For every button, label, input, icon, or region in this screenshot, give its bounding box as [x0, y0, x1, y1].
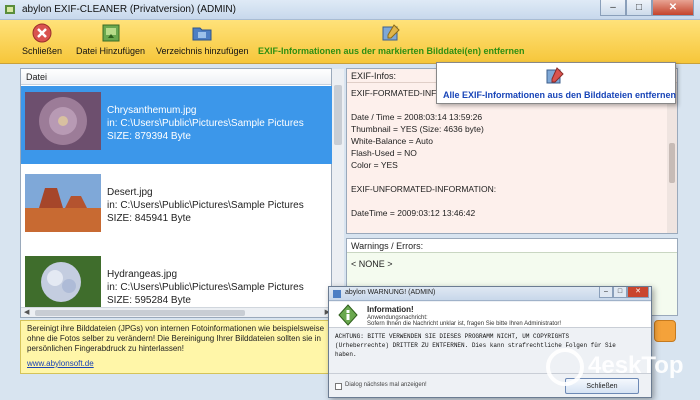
window-title: abylon EXIF-CLEANER (Privatversion) (ADM…: [22, 4, 236, 15]
close-icon: [32, 23, 52, 43]
scroll-left-icon[interactable]: ◀: [24, 308, 29, 316]
file-row-desert[interactable]: Desert.jpg in: C:\Users\Public\Pictures\…: [21, 168, 333, 246]
exif-text: EXIF-FORMATED-INFO Date / Time = 2008:03…: [347, 83, 677, 223]
warnings-value: < NONE >: [351, 259, 393, 269]
remove-exif-selected-label: EXIF-Informationen aus der markierten Bi…: [258, 46, 525, 56]
minimize-button[interactable]: –: [600, 0, 626, 16]
vertical-scrollbar[interactable]: [332, 69, 344, 309]
dialog-app-icon: [333, 290, 341, 298]
exif-line: [351, 171, 673, 183]
close-button-label: Schließen: [22, 46, 63, 56]
title-bar: abylon EXIF-CLEANER (Privatversion) (ADM…: [0, 0, 700, 20]
file-column-header[interactable]: Datei: [21, 69, 331, 85]
file-list: Chrysanthemum.jpg in: C:\Users\Public\Pi…: [21, 86, 333, 308]
maximize-button[interactable]: □: [626, 0, 652, 16]
scrollbar-thumb[interactable]: [35, 310, 245, 316]
watermark-logo-icon: [546, 348, 584, 386]
file-name: Hydrangeas.jpg: [107, 269, 178, 280]
chrysanthemum-thumbnail: [25, 92, 101, 150]
exif-line: White-Balance = Auto: [351, 136, 433, 146]
dialog-subheading: Anwendungsnachricht: Sofern Ihnen die Nac…: [367, 315, 562, 327]
remove-exif-icon: [382, 24, 400, 41]
horizontal-scrollbar[interactable]: ◀ ▶: [21, 307, 333, 317]
file-row-chrysanthemum[interactable]: Chrysanthemum.jpg in: C:\Users\Public\Pi…: [21, 86, 333, 164]
scrollbar-thumb[interactable]: [334, 85, 342, 145]
file-path: in: C:\Users\Public\Pictures\Sample Pict…: [107, 200, 304, 211]
show-dialog-checkbox[interactable]: [335, 383, 342, 390]
close-button[interactable]: Schließen: [22, 22, 62, 56]
add-directory-button[interactable]: Verzeichnis hinzufügen: [156, 22, 249, 56]
file-path: in: C:\Users\Public\Pictures\Sample Pict…: [107, 282, 304, 293]
desert-thumbnail: [25, 174, 101, 232]
info-shield-icon: [338, 304, 358, 326]
file-path: in: C:\Users\Public\Pictures\Sample Pict…: [107, 118, 304, 129]
file-list-panel: Datei Chrysanthemum.jpg in: C:\Users\Pub…: [20, 68, 344, 318]
dialog-close-button[interactable]: ✕: [627, 287, 649, 298]
exif-line: [351, 195, 673, 207]
hydrangeas-thumbnail: [25, 256, 101, 308]
file-size: SIZE: 845941 Byte: [107, 213, 191, 224]
dialog-heading: Information!: [367, 305, 414, 314]
remove-all-exif-icon: [546, 67, 564, 84]
dialog-maximize-button[interactable]: □: [613, 287, 627, 298]
add-folder-icon: [192, 27, 212, 41]
add-file-label: Datei Hinzufügen: [76, 46, 146, 56]
watermark-text: 4eskTop: [588, 352, 684, 379]
exif-line: DateTime = 2009:03:12 13:46:42: [351, 208, 476, 218]
add-directory-label: Verzeichnis hinzufügen: [156, 46, 249, 56]
close-window-button[interactable]: ✕: [652, 0, 694, 16]
info-box: Bereinigt ihre Bilddateien (JPGs) von in…: [20, 320, 332, 374]
file-row-hydrangeas[interactable]: Hydrangeas.jpg in: C:\Users\Public\Pictu…: [21, 250, 333, 308]
toolbar: Schließen Datei Hinzufügen Verzeichnis h…: [0, 20, 700, 64]
app-icon: [5, 5, 15, 14]
dialog-minimize-button[interactable]: –: [599, 287, 613, 298]
remove-all-exif-label: Alle EXIF-Informationen aus den Bilddate…: [443, 90, 677, 100]
exif-line: Thumbnail = YES (Size: 4636 byte): [351, 124, 484, 134]
add-file-icon: [102, 24, 120, 42]
scrollbar-thumb[interactable]: [669, 143, 675, 183]
add-file-button[interactable]: Datei Hinzufügen: [76, 22, 145, 56]
exif-line: Flash-Used = NO: [351, 148, 417, 158]
dialog-title-bar: abylon WARNUNG! (ADMIN) – □ ✕: [329, 287, 651, 301]
warnings-header: Warnings / Errors:: [347, 239, 677, 253]
exif-scrollbar[interactable]: [667, 83, 677, 233]
website-link[interactable]: www.abylonsoft.de: [27, 359, 325, 369]
remove-exif-selected-button[interactable]: EXIF-Informationen aus der markierten Bi…: [258, 22, 525, 56]
show-dialog-label: Dialog nächstes mal anzeigen!: [345, 382, 427, 388]
file-size: SIZE: 595284 Byte: [107, 295, 191, 306]
exif-line: Color = YES: [351, 160, 398, 170]
file-name: Chrysanthemum.jpg: [107, 105, 197, 116]
file-name: Desert.jpg: [107, 187, 153, 198]
exif-line: EXIF-UNFORMATED-INFORMATION:: [351, 184, 497, 194]
file-size: SIZE: 879394 Byte: [107, 131, 191, 142]
exif-line: Date / Time = 2008:03:14 13:59:26: [351, 112, 483, 122]
remove-all-exif-button[interactable]: Alle EXIF-Informationen aus den Bilddate…: [436, 62, 676, 104]
info-text: Bereinigt ihre Bilddateien (JPGs) von in…: [27, 324, 325, 353]
dialog-header: Information! Anwendungsnachricht: Sofern …: [329, 302, 651, 328]
dialog-title: abylon WARNUNG! (ADMIN): [345, 289, 436, 296]
watermark: 4eskTop: [546, 348, 696, 394]
help-button[interactable]: [654, 320, 676, 342]
